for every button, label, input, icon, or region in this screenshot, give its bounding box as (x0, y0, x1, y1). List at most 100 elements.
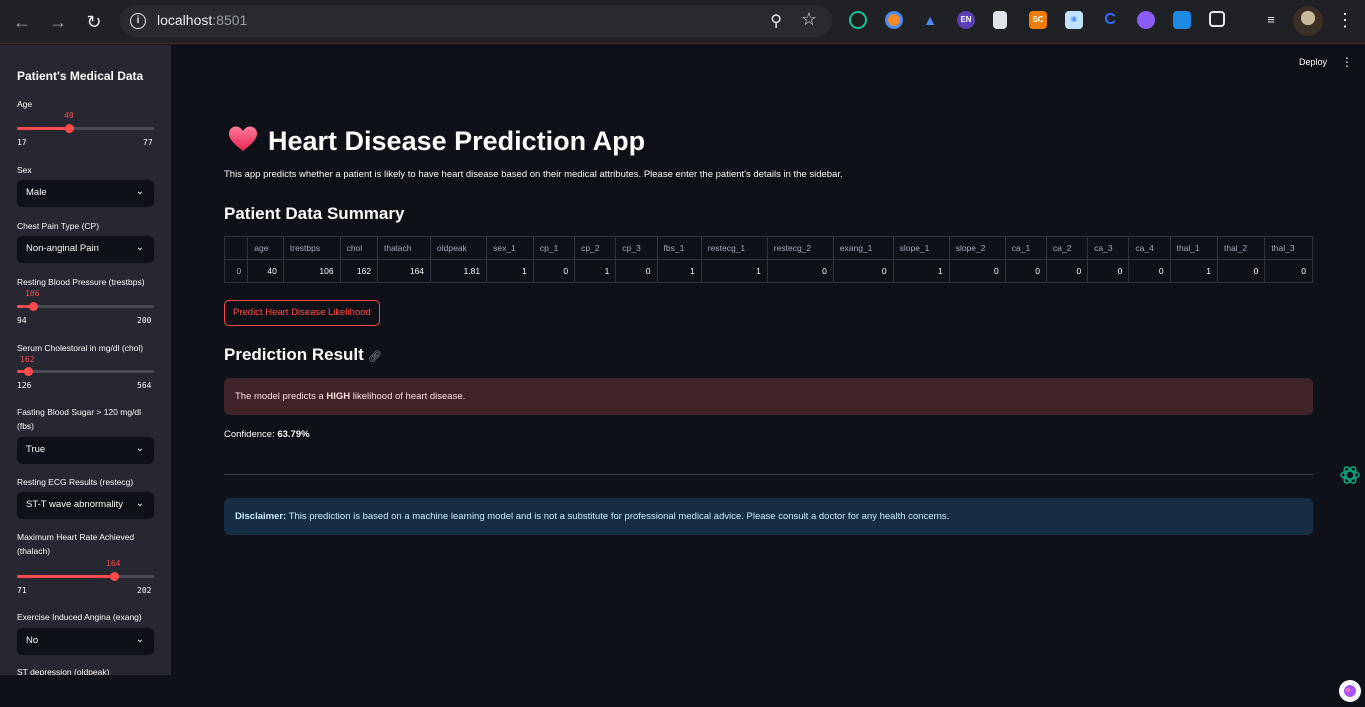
main-menu-icon[interactable]: ⋮ (1341, 55, 1353, 69)
patient-data-table[interactable]: age trestbps chol thalach oldpeak sex_1 cp_1 cp… (223, 236, 1313, 283)
confidence-value: 63.79% (277, 429, 310, 440)
table-cell[interactable]: 1 (486, 259, 534, 283)
thalach-slider[interactable] (17, 572, 154, 581)
table-cell[interactable]: 0 (1045, 259, 1089, 283)
table-column-header[interactable]: thalach (377, 236, 432, 260)
table-cell[interactable]: 40 (247, 259, 284, 283)
table-cell[interactable]: 0 (766, 259, 834, 283)
disclaimer-alert: Disclaimer: This prediction is based on … (224, 498, 1313, 535)
paw-icon[interactable] (1173, 11, 1191, 29)
disclaimer-text: Disclaimer: This prediction is based on … (235, 511, 949, 522)
table-column-header[interactable]: fbs_1 (656, 236, 702, 260)
table-cell[interactable]: 1 (574, 259, 617, 283)
media-control-icon[interactable]: ≡ (1262, 11, 1280, 29)
table-cell[interactable]: 0 (615, 259, 658, 283)
address-bar[interactable]: i localhost:8501 ⚲ ☆ (120, 5, 832, 37)
chol-slider-thumb[interactable] (24, 367, 33, 376)
table-cell[interactable]: 0 (1128, 259, 1171, 283)
restecg-select[interactable]: ST-T wave abnormality ⌄ (17, 492, 154, 519)
document-icon[interactable] (993, 11, 1007, 29)
bookmark-star-icon[interactable]: ☆ (801, 9, 817, 30)
table-column-header[interactable]: cp_1 (532, 236, 576, 260)
table-column-header[interactable]: sex_1 (486, 236, 534, 260)
table-cell[interactable]: 1 (656, 259, 702, 283)
chol-slider[interactable] (17, 367, 154, 376)
reload-icon[interactable]: ↻ (81, 9, 107, 35)
result-heading: Prediction Result 🔗︎ (224, 345, 382, 365)
grammarly-icon[interactable] (849, 11, 867, 29)
trestbps-slider-max: 200 (137, 316, 152, 325)
age-slider-thumb[interactable] (65, 124, 74, 133)
brain-icon[interactable] (1137, 11, 1155, 29)
exang-select[interactable]: No ⌄ (17, 628, 154, 655)
sex-select[interactable]: Male ⌄ (17, 180, 154, 207)
prediction-level: HIGH (326, 391, 351, 402)
table-column-header[interactable]: exang_1 (832, 236, 894, 260)
table-column-header[interactable]: age (247, 236, 284, 260)
table-cell[interactable]: 0 (832, 259, 894, 283)
table-column-header[interactable]: slope_1 (892, 236, 950, 260)
table-column-header[interactable]: ca_2 (1045, 236, 1089, 260)
table-cell[interactable]: 164 (377, 259, 432, 283)
predict-button[interactable]: Predict Heart Disease Likelihood (224, 300, 380, 326)
graduation-cap-icon[interactable]: ▲ (921, 11, 939, 29)
table-column-header[interactable]: slope_2 (948, 236, 1006, 260)
sc-icon[interactable]: SC (1029, 11, 1047, 29)
table-cell[interactable]: 1.81 (430, 259, 488, 283)
table-cell[interactable]: 106 (282, 259, 341, 283)
table-column-header[interactable]: oldpeak (430, 236, 488, 260)
browser-menu-icon[interactable]: ⋮ (1336, 10, 1354, 31)
thalach-slider-max: 202 (137, 586, 152, 595)
link-icon[interactable]: 🔗︎ (368, 351, 382, 363)
profile-avatar[interactable] (1293, 6, 1323, 36)
thalach-slider-thumb[interactable] (110, 572, 119, 581)
table-cell[interactable]: 0 (532, 259, 576, 283)
table-cell[interactable]: 0 (1087, 259, 1130, 283)
table-column-header[interactable]: restecg_1 (700, 236, 768, 260)
table-cell[interactable]: 0 (948, 259, 1006, 283)
table-cell[interactable]: 1 (892, 259, 950, 283)
table-cell[interactable]: 0 (1264, 259, 1313, 283)
chrome-ext-icon[interactable] (885, 11, 903, 29)
thalach-slider-value: 164 (106, 559, 121, 568)
table-column-header[interactable]: thal_1 (1169, 236, 1218, 260)
cp-select[interactable]: Non-anginal Pain ⌄ (17, 236, 154, 263)
c-icon[interactable]: C (1101, 11, 1119, 29)
zoom-icon[interactable]: ⚲ (770, 11, 782, 31)
table-cell[interactable]: 0 (1004, 259, 1047, 283)
fbs-select[interactable]: True ⌄ (17, 437, 154, 464)
table-index-header[interactable] (223, 236, 249, 260)
table-column-header[interactable]: chol (339, 236, 379, 260)
table-cell[interactable]: 162 (339, 259, 379, 283)
url-text[interactable]: localhost:8501 (157, 12, 247, 28)
fbs-select-value: True (26, 444, 46, 455)
table-column-header[interactable]: ca_3 (1087, 236, 1130, 260)
site-info-icon[interactable]: i (130, 13, 146, 29)
table-column-header[interactable]: thal_3 (1264, 236, 1313, 260)
table-cell[interactable]: 1 (700, 259, 768, 283)
table-column-header[interactable]: ca_4 (1128, 236, 1171, 260)
trestbps-slider-thumb[interactable] (29, 302, 38, 311)
forward-icon[interactable]: → (45, 9, 71, 35)
table-cell[interactable]: 1 (1169, 259, 1218, 283)
table-column-header[interactable]: cp_2 (574, 236, 617, 260)
table-column-header[interactable]: trestbps (282, 236, 341, 260)
url-host: localhost (157, 12, 213, 28)
age-slider[interactable] (17, 124, 154, 133)
translate-en-icon[interactable]: EN (957, 11, 975, 29)
puzzle-icon[interactable] (1209, 11, 1225, 27)
trestbps-slider[interactable] (17, 302, 154, 311)
table-column-header[interactable]: thal_2 (1216, 236, 1266, 260)
react-icon[interactable]: ⚛ (1065, 11, 1083, 29)
back-icon[interactable]: ← (9, 9, 35, 35)
age-slider-value: 40 (64, 111, 74, 120)
table-column-header[interactable]: ca_1 (1004, 236, 1047, 260)
table-cell[interactable]: 0 (1216, 259, 1266, 283)
divider (224, 474, 1313, 475)
chatgpt-icon[interactable] (1339, 464, 1361, 486)
table-column-header[interactable]: cp_3 (615, 236, 658, 260)
brain-assistant-icon[interactable] (1339, 680, 1361, 702)
deploy-button[interactable]: Deploy (1299, 57, 1327, 67)
table-column-header[interactable]: restecg_2 (766, 236, 834, 260)
table-row-index[interactable]: 0 (223, 259, 249, 283)
